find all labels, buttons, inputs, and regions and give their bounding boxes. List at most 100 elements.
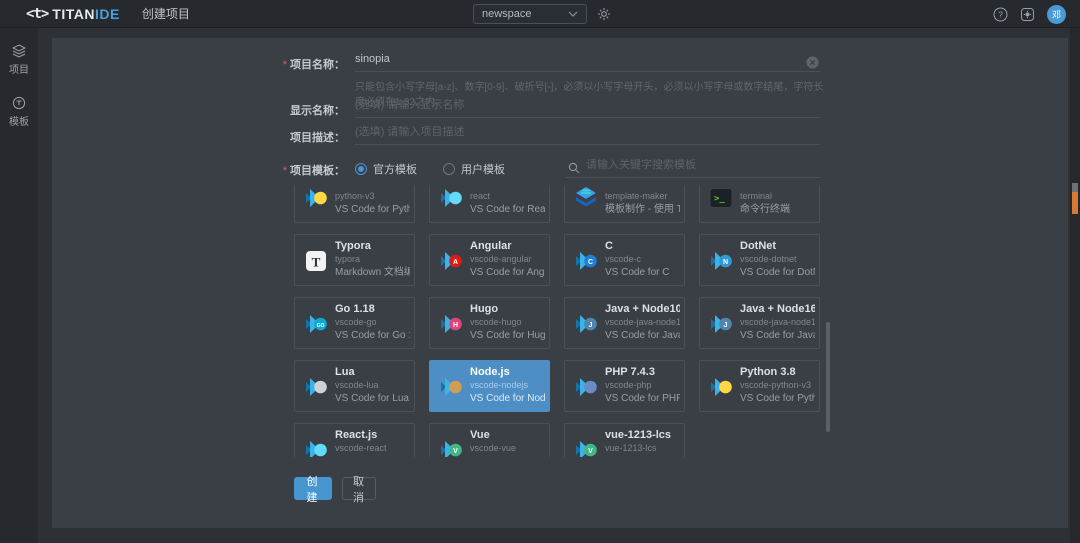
template-card-id: vscode-nodejs — [470, 379, 545, 392]
svg-text:V: V — [453, 448, 458, 455]
template-card-icon: J — [708, 311, 734, 337]
template-card-vscode-angular[interactable]: A Angular vscode-angular VS Code for Ang… — [429, 234, 550, 286]
logo-text-titan: TITAN — [52, 6, 95, 22]
sidebar-item-label: 模板 — [9, 113, 29, 128]
template-card-title: Typora — [335, 239, 410, 253]
radio-dot — [443, 163, 455, 175]
template-card-desc: 命令行终端 — [740, 203, 815, 216]
template-card-vscode-hugo[interactable]: H Hugo vscode-hugo VS Code for Hugo — [429, 297, 550, 349]
page-title: 创建项目 — [142, 5, 190, 22]
template-card-icon — [438, 185, 464, 211]
svg-text:N: N — [723, 259, 728, 266]
logo-text-ide: IDE — [95, 6, 120, 22]
project-name-label: *项目名称： — [245, 56, 345, 72]
workspace-select[interactable]: newspace — [473, 4, 587, 24]
template-card-title: Hugo — [470, 302, 545, 316]
template-card-icon: C — [573, 248, 599, 274]
project-template-label: *项目模板： — [245, 162, 345, 178]
template-card-desc: VS Code for Python — [335, 203, 410, 216]
template-card-icon — [303, 374, 329, 400]
app-logo[interactable]: <t> TITAN IDE — [26, 6, 120, 22]
template-card-title: C — [605, 239, 680, 253]
template-card-icon — [573, 374, 599, 400]
radio-user-template[interactable]: 用户模板 — [443, 161, 505, 177]
sidebar: 项目 模板 — [0, 28, 38, 543]
svg-text:J: J — [589, 322, 593, 329]
logo-mark-icon: <t> — [26, 6, 48, 22]
template-card-title: React.js — [335, 428, 410, 442]
template-card-desc: VS Code for DotNet — [740, 266, 815, 279]
sidebar-item-templates[interactable]: 模板 — [0, 92, 38, 132]
template-card-desc: VS Code for Hugo — [470, 329, 545, 342]
template-grid: python-v3 VS Code for Python react VS Co… — [294, 185, 834, 457]
template-card-icon: J — [573, 311, 599, 337]
template-card-title: vue-1213-lcs — [605, 428, 680, 442]
radio-dot — [355, 163, 367, 175]
template-card-icon: GO — [303, 311, 329, 337]
cancel-button[interactable]: 取消 — [342, 477, 376, 500]
template-card-vscode-c[interactable]: C C vscode-c VS Code for C — [564, 234, 685, 286]
template-card-template-maker[interactable]: template-maker 模板制作 - 使用 Tem... — [564, 185, 685, 223]
required-mark: * — [283, 165, 287, 177]
create-button[interactable]: 创建 — [294, 477, 332, 500]
sidebar-item-projects[interactable]: 项目 — [0, 40, 38, 80]
help-icon[interactable]: ? — [993, 7, 1008, 22]
template-card-desc — [470, 455, 545, 457]
settings-icon[interactable] — [1020, 7, 1035, 22]
template-card-typora[interactable]: T Typora typora Markdown 文档编写... — [294, 234, 415, 286]
template-card-vscode-go[interactable]: GO Go 1.18 vscode-go VS Code for Go 1.18 — [294, 297, 415, 349]
template-card-id: vscode-java-node16 — [740, 316, 815, 329]
template-card-vscode-nodejs[interactable]: Node.js vscode-nodejs VS Code for Node.j… — [429, 360, 550, 412]
template-card-vscode-python-v3[interactable]: Python 3.8 vscode-python-v3 VS Code for … — [699, 360, 820, 412]
template-card-title: Vue — [470, 428, 545, 442]
required-mark: * — [283, 59, 287, 71]
template-card-vscode-java-node10[interactable]: J Java + Node10 vscode-java-node10 VS Co… — [564, 297, 685, 349]
template-card-title: Angular — [470, 239, 545, 253]
svg-text:H: H — [453, 322, 458, 329]
template-card-id: vue-1213-lcs — [605, 442, 680, 455]
template-card-vscode-vue[interactable]: V Vue vscode-vue — [429, 423, 550, 457]
template-card-icon — [303, 437, 329, 457]
template-card-desc: VS Code for Python — [740, 392, 815, 405]
template-card-id: vscode-python-v3 — [740, 379, 815, 392]
user-avatar[interactable]: 邓 — [1047, 5, 1066, 24]
template-card-desc: 模板制作 - 使用 Tem... — [605, 203, 680, 216]
workspace-gear-icon[interactable] — [597, 7, 611, 21]
template-card-id: python-v3 — [335, 190, 410, 203]
template-card-icon — [708, 374, 734, 400]
template-card-vscode-lua[interactable]: Lua vscode-lua VS Code for Lua — [294, 360, 415, 412]
template-card-title: Go 1.18 — [335, 302, 410, 316]
template-card-desc: VS Code for Java + ... — [740, 329, 815, 342]
template-card-vue-1213-lcs[interactable]: V vue-1213-lcs vue-1213-lcs — [564, 423, 685, 457]
template-card-id: react — [470, 190, 545, 203]
svg-text:?: ? — [998, 9, 1003, 19]
template-card-icon: H — [438, 311, 464, 337]
topbar: <t> TITAN IDE 创建项目 newspace ? 邓 — [0, 0, 1080, 28]
template-card-id: vscode-php — [605, 379, 680, 392]
template-card-id: vscode-vue — [470, 442, 545, 455]
template-card-id: template-maker — [605, 190, 680, 203]
template-card-vscode-dotnet[interactable]: N DotNet vscode-dotnet VS Code for DotNe… — [699, 234, 820, 286]
svg-text:V: V — [588, 448, 593, 455]
page-scrollbar[interactable] — [1070, 28, 1080, 543]
templates-icon — [12, 96, 26, 110]
template-card-vscode-php[interactable]: PHP 7.4.3 vscode-php VS Code for PHP — [564, 360, 685, 412]
projects-icon — [12, 44, 26, 58]
template-card-id: vscode-go — [335, 316, 410, 329]
template-card-python-v3[interactable]: python-v3 VS Code for Python — [294, 185, 415, 223]
radio-official-template[interactable]: 官方模板 — [355, 161, 417, 177]
template-card-title: Java + Node10 — [605, 302, 680, 316]
template-card-title: Python 3.8 — [740, 365, 815, 379]
template-card-title: Node.js — [470, 365, 545, 379]
create-project-panel: *项目名称： 只能包含小写字母[a-z]、数字[0-9]、破折号[-]，必须以小… — [52, 38, 1068, 528]
template-card-vscode-react[interactable]: React.js vscode-react — [294, 423, 415, 457]
template-card-react[interactable]: react VS Code for React.js — [429, 185, 550, 223]
template-card-vscode-java-node16[interactable]: J Java + Node16 vscode-java-node16 VS Co… — [699, 297, 820, 349]
template-card-terminal[interactable]: >_ terminal 命令行终端 — [699, 185, 820, 223]
template-card-id: vscode-react — [335, 442, 410, 455]
template-card-icon — [438, 374, 464, 400]
template-card-icon — [573, 185, 599, 211]
svg-text:>_: >_ — [714, 194, 725, 204]
template-card-icon — [303, 185, 329, 211]
template-grid-scrollbar[interactable] — [826, 322, 830, 432]
